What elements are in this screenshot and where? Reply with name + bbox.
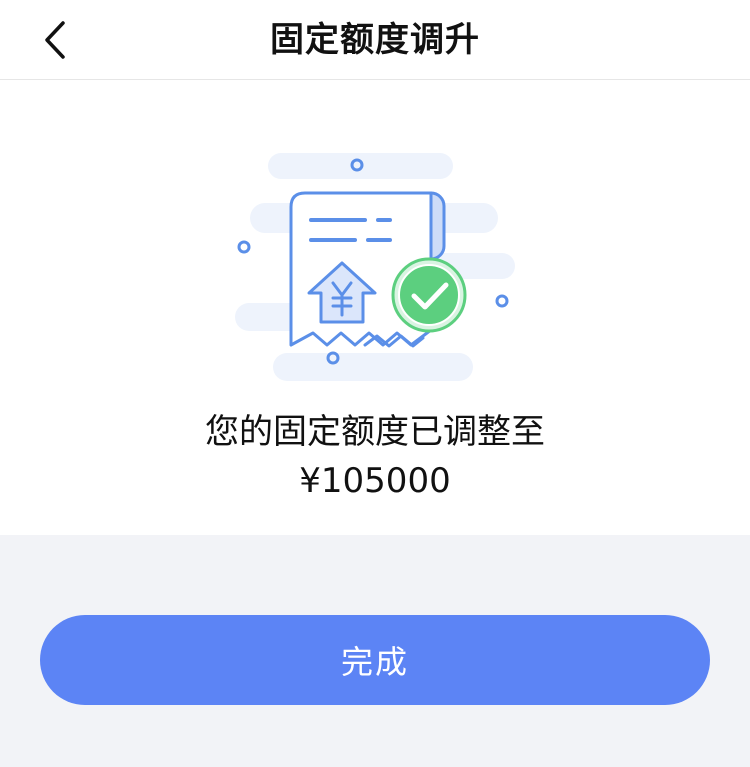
screen: 固定额度调升 您的固定额度已调整至 ¥105000 完成 [0,0,750,767]
adjusted-amount: ¥105000 [299,461,451,501]
result-card: 您的固定额度已调整至 ¥105000 [0,80,750,535]
navigation-bar: 固定额度调升 [0,0,750,80]
done-button[interactable]: 完成 [40,615,710,705]
page-title: 固定额度调升 [270,20,480,60]
receipt-approved-icon [235,153,515,381]
result-message: 您的固定额度已调整至 [205,412,545,452]
